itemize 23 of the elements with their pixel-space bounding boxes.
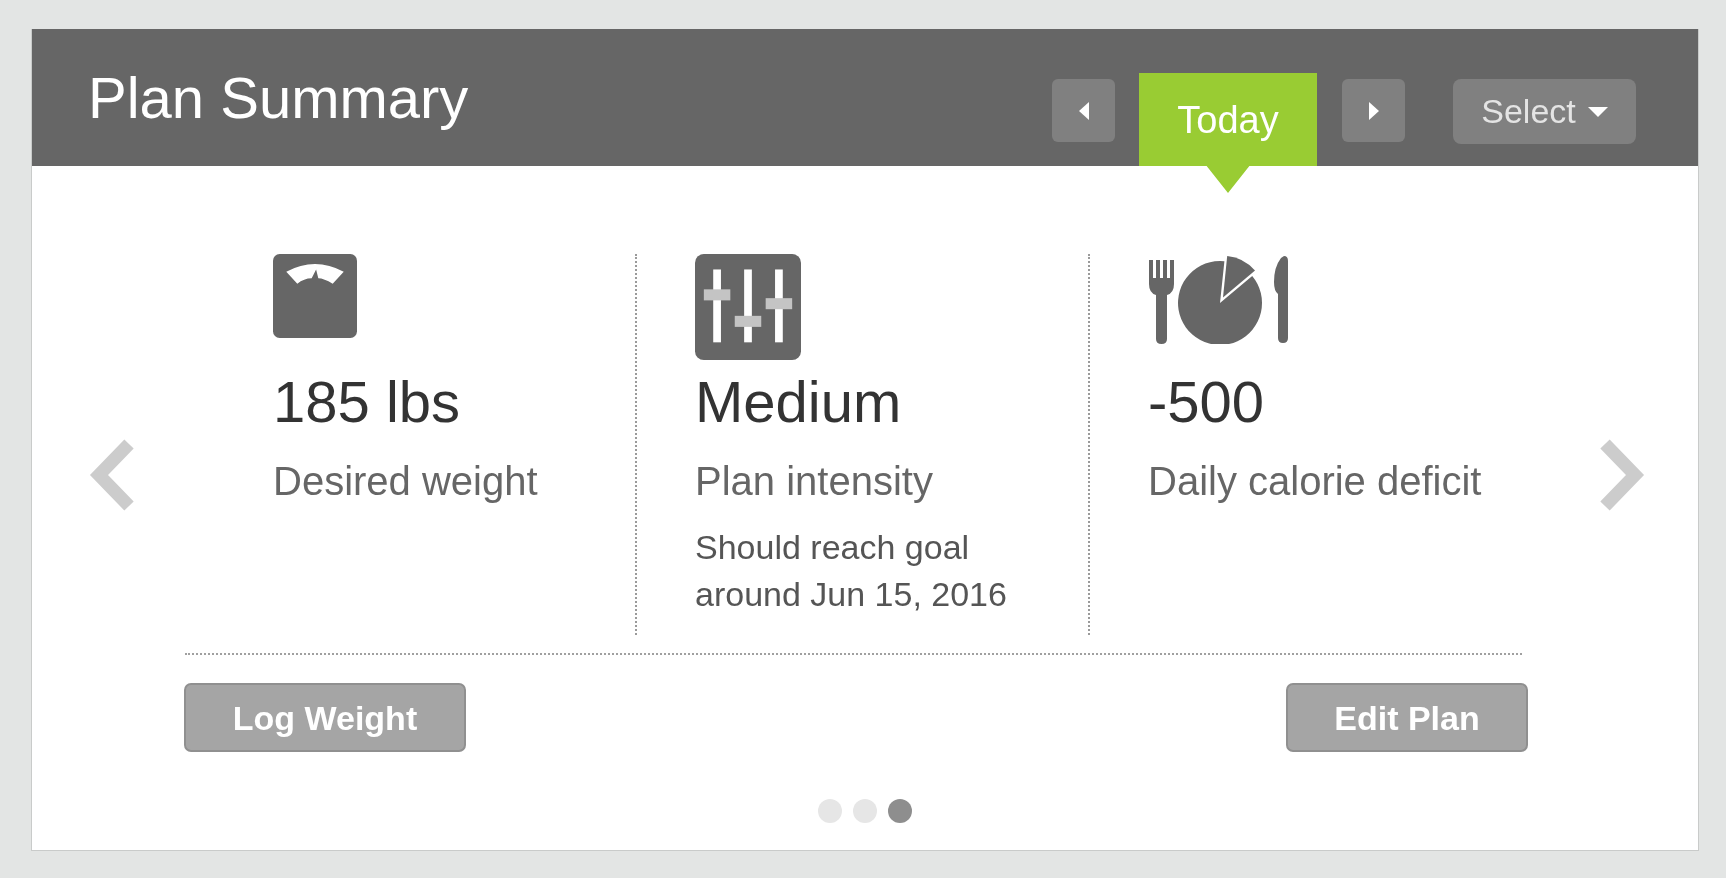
- panel-title: Plan Summary: [88, 65, 469, 132]
- stat-label: Desired weight: [273, 457, 539, 505]
- action-button[interactable]: Edit Plan: [1286, 683, 1528, 752]
- stat-label: Daily calorie deficit: [1148, 457, 1483, 505]
- previous-day-button[interactable]: [1052, 79, 1115, 142]
- action-button[interactable]: Log Weight: [184, 683, 466, 752]
- stat-label: Plan intensity: [695, 457, 934, 505]
- plate-cutlery-icon: [1148, 254, 1288, 344]
- date-tab[interactable]: Today: [1139, 73, 1317, 193]
- sliders-icon: [695, 254, 801, 360]
- page-dot[interactable]: [853, 799, 877, 823]
- stat-note: Should reach goal around Jun 15, 2016: [695, 526, 1008, 615]
- stat-value: -500: [1148, 369, 1266, 436]
- page-dot[interactable]: [888, 799, 912, 823]
- caret-right-icon: [1368, 101, 1379, 120]
- page-dot[interactable]: [818, 799, 842, 823]
- caret-left-icon: [1078, 101, 1089, 120]
- scale-icon: [273, 254, 357, 338]
- select-dropdown[interactable]: Select: [1453, 79, 1636, 144]
- next-day-button[interactable]: [1342, 79, 1405, 142]
- caret-down-icon: [1587, 106, 1608, 117]
- stat-value: 185 lbs: [273, 369, 462, 436]
- stat-value: Medium: [695, 369, 903, 436]
